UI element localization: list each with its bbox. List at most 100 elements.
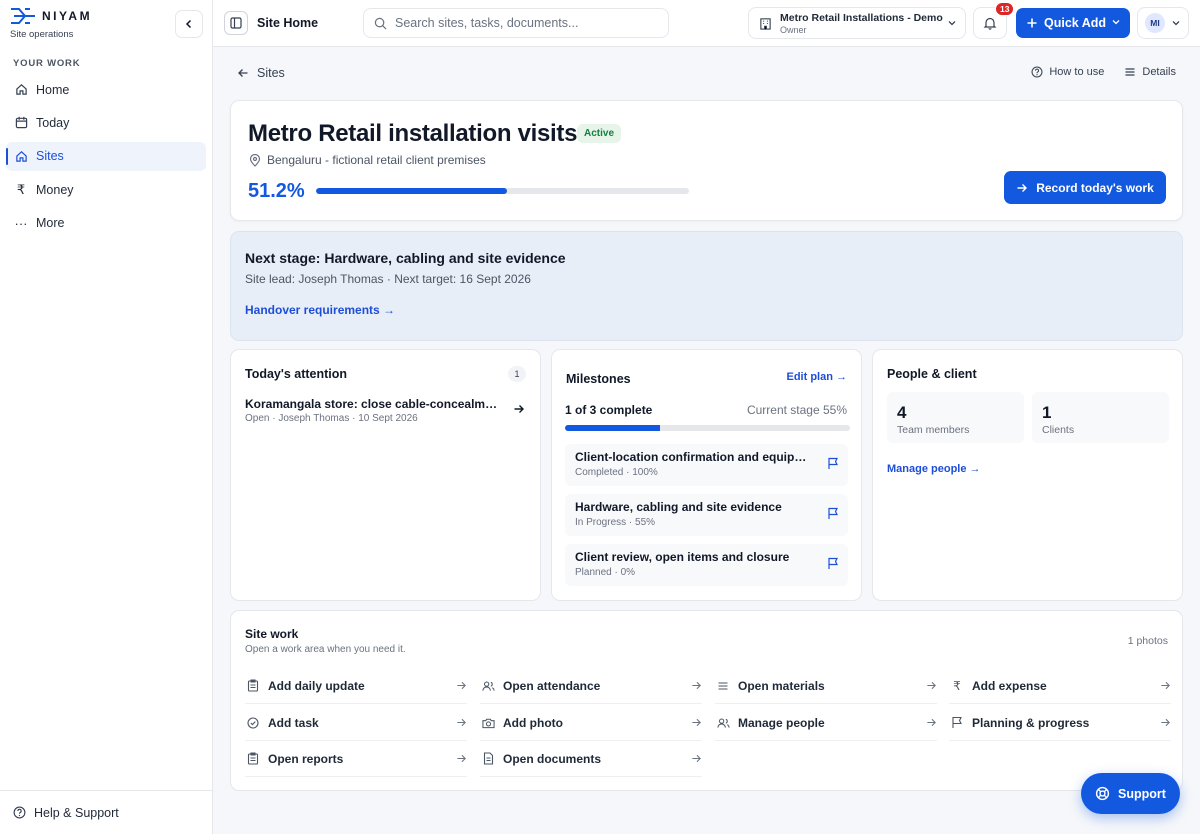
record-todays-work-button[interactable]: Record today's work xyxy=(1004,171,1166,204)
milestone-title: Client review, open items and closure xyxy=(575,550,790,564)
sidebar-nav: Home Today Sites ₹ Money ··· More xyxy=(6,75,206,242)
topbar: Site Home Metro Retail Installations - D… xyxy=(213,0,1200,47)
map-pin-icon xyxy=(249,153,261,167)
how-to-use-label: How to use xyxy=(1049,66,1105,78)
manage-people-action[interactable]: Manage people xyxy=(715,705,937,741)
edit-plan-link[interactable]: Edit plan → xyxy=(786,371,847,383)
location-text: Bengaluru - fictional retail client prem… xyxy=(267,153,486,167)
action-label: Add task xyxy=(268,715,319,730)
site-location: Bengaluru - fictional retail client prem… xyxy=(249,153,486,167)
quick-add-button[interactable]: Quick Add xyxy=(1016,8,1130,38)
sidebar-item-label: Home xyxy=(36,82,70,97)
site-progress-fill xyxy=(316,188,507,194)
clipboard-icon xyxy=(246,752,260,765)
team-count: 4 xyxy=(897,403,907,422)
chevron-down-icon xyxy=(1171,18,1181,28)
home-icon xyxy=(14,83,28,97)
sidebar-item-sites[interactable]: Sites xyxy=(6,141,206,171)
planning-progress-action[interactable]: Planning & progress xyxy=(949,705,1171,741)
milestone-item[interactable]: Client review, open items and closure Pl… xyxy=(565,544,848,586)
attention-item-meta: Open · Joseph Thomas · 10 Sept 2026 xyxy=(245,413,418,424)
search-bar[interactable] xyxy=(363,8,669,38)
sidebar-item-home[interactable]: Home xyxy=(6,75,206,104)
milestones-progress-fill xyxy=(565,425,660,431)
camera-icon xyxy=(481,717,495,729)
open-reports-action[interactable]: Open reports xyxy=(245,741,467,777)
milestones-summary: 1 of 3 complete xyxy=(565,403,653,417)
list-icon xyxy=(1124,66,1136,78)
sidebar-item-label: Sites xyxy=(36,149,64,164)
search-icon xyxy=(374,17,387,30)
arrow-right-icon xyxy=(926,717,937,728)
notifications-button[interactable]: 13 xyxy=(973,2,1015,39)
action-label: Open attendance xyxy=(503,678,601,693)
how-to-use-link[interactable]: How to use xyxy=(1031,66,1104,78)
flag-icon xyxy=(827,557,839,570)
section-label: YOUR WORK xyxy=(13,58,81,69)
support-label: Support xyxy=(1118,786,1166,801)
arrow-right-icon xyxy=(1016,182,1028,194)
help-circle-icon xyxy=(13,806,26,819)
header-links: How to use Details xyxy=(1031,66,1176,78)
document-icon xyxy=(481,752,495,765)
search-input[interactable] xyxy=(395,16,655,30)
user-menu[interactable]: MI xyxy=(1137,7,1189,39)
add-task-action[interactable]: Add task xyxy=(245,705,467,741)
more-dots-icon: ··· xyxy=(14,215,28,231)
arrow-right-icon xyxy=(456,680,467,691)
arrow-right-icon xyxy=(456,717,467,728)
client-count: 1 xyxy=(1042,403,1052,422)
avatar: MI xyxy=(1145,13,1165,33)
manage-people-label: Manage people xyxy=(887,463,967,475)
open-documents-action[interactable]: Open documents xyxy=(480,741,702,777)
flag-icon xyxy=(950,716,964,729)
sidebar-item-more[interactable]: ··· More xyxy=(6,209,206,238)
collapse-sidebar-button[interactable] xyxy=(175,10,203,38)
site-work-card: Site work Open a work area when you need… xyxy=(230,610,1183,791)
site-work-subtitle: Open a work area when you need it. xyxy=(245,644,406,655)
add-photo-action[interactable]: Add photo xyxy=(480,705,702,741)
milestones-progress-bar xyxy=(565,425,850,431)
add-daily-update-action[interactable]: Add daily update xyxy=(245,668,467,704)
progress-percent: 51.2% xyxy=(248,180,305,202)
details-link[interactable]: Details xyxy=(1124,66,1176,78)
support-button[interactable]: Support xyxy=(1081,773,1180,814)
manage-people-link[interactable]: Manage people → xyxy=(887,463,981,475)
notification-count-badge: 13 xyxy=(995,2,1015,16)
back-to-sites-link[interactable]: Sites xyxy=(237,66,285,80)
open-attendance-action[interactable]: Open attendance xyxy=(480,668,702,704)
help-support-link[interactable]: Help & Support xyxy=(0,790,212,834)
milestone-meta: In Progress · 55% xyxy=(575,517,656,528)
attention-title: Today's attention xyxy=(245,367,348,381)
open-materials-action[interactable]: Open materials xyxy=(715,668,937,704)
sidebar-item-money[interactable]: ₹ Money xyxy=(6,175,206,204)
sidebar-item-label: Money xyxy=(36,182,74,197)
next-stage-subtitle: Site lead: Joseph Thomas · Next target: … xyxy=(245,272,531,286)
arrow-right-icon xyxy=(456,753,467,764)
milestone-item[interactable]: Client-location confirmation and equipme… xyxy=(565,444,848,486)
milestones-card: Milestones Edit plan → 1 of 3 complete C… xyxy=(551,349,862,601)
details-label: Details xyxy=(1142,66,1176,78)
action-label: Open documents xyxy=(503,751,602,766)
layout-toggle-button[interactable] xyxy=(224,11,248,35)
clipboard-icon xyxy=(246,679,260,692)
users-icon xyxy=(481,680,495,692)
handover-requirements-link[interactable]: Handover requirements → xyxy=(245,303,395,317)
add-expense-action[interactable]: ₹ Add expense xyxy=(949,668,1171,704)
site-title: Metro Retail installation visits xyxy=(248,120,578,147)
milestones-title: Milestones xyxy=(566,372,631,386)
arrow-right-icon xyxy=(513,403,525,415)
chevron-down-icon xyxy=(947,18,957,28)
brand[interactable]: NIYAM Site operations xyxy=(10,6,92,40)
milestone-item[interactable]: Hardware, cabling and site evidence In P… xyxy=(565,494,848,536)
flag-icon xyxy=(827,457,839,470)
help-circle-icon xyxy=(1031,66,1043,78)
sidebar-item-today[interactable]: Today xyxy=(6,108,206,137)
org-name: Metro Retail Installations - Demo xyxy=(780,11,943,24)
clients-stat: 1 Clients xyxy=(1032,392,1169,443)
org-switcher[interactable]: Metro Retail Installations - Demo Owner xyxy=(748,7,966,39)
milestone-title: Client-location confirmation and equipme… xyxy=(575,450,815,464)
flag-icon xyxy=(827,507,839,520)
action-label: Add photo xyxy=(503,715,563,730)
milestone-title: Hardware, cabling and site evidence xyxy=(575,500,782,514)
